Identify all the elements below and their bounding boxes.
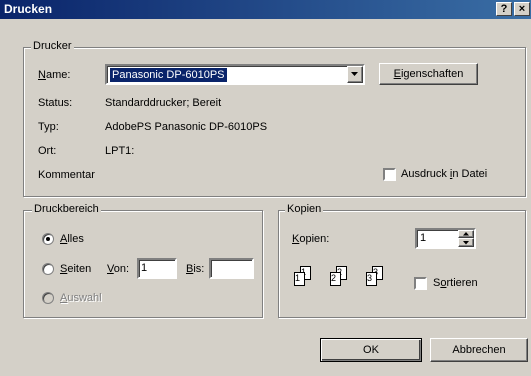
collate-page: 2 bbox=[330, 272, 341, 286]
help-button[interactable]: ? bbox=[496, 2, 512, 16]
comment-label: Kommentar bbox=[38, 169, 95, 181]
location-value: LPT1: bbox=[105, 145, 135, 157]
properties-button[interactable]: Eigenschaften bbox=[379, 63, 478, 85]
location-label: Ort: bbox=[38, 145, 57, 157]
all-radio[interactable] bbox=[42, 233, 54, 245]
to-label: Bis: bbox=[186, 263, 205, 275]
pages-label: Seiten bbox=[60, 263, 92, 275]
collate-label: Sortieren bbox=[433, 277, 478, 289]
spin-down-icon bbox=[463, 241, 469, 245]
print-to-file-label: Ausdruck in Datei bbox=[401, 168, 488, 180]
printer-name-value: Panasonic DP-6010PS bbox=[110, 68, 227, 82]
from-label: Von: bbox=[107, 263, 130, 275]
printer-group-legend: Drucker bbox=[31, 40, 74, 53]
print-range-legend: Druckbereich bbox=[32, 203, 101, 216]
copies-legend: Kopien bbox=[285, 203, 324, 216]
copies-value: 1 bbox=[420, 232, 427, 244]
copies-label: Kopien: bbox=[292, 233, 330, 245]
status-value: Standarddrucker; Bereit bbox=[105, 97, 222, 109]
type-value: AdobePS Panasonic DP-6010PS bbox=[105, 121, 268, 133]
spin-down-button[interactable] bbox=[458, 238, 474, 247]
chevron-down-icon bbox=[351, 72, 358, 76]
print-to-file-checkbox[interactable] bbox=[383, 168, 396, 181]
printer-name-combobox[interactable]: Panasonic DP-6010PS bbox=[105, 64, 365, 85]
close-button[interactable]: × bbox=[514, 2, 530, 16]
all-label: Alles bbox=[60, 233, 84, 245]
window-title: Drucken bbox=[4, 2, 53, 16]
name-label: Name: bbox=[38, 69, 71, 81]
collate-checkbox[interactable] bbox=[414, 277, 427, 290]
cancel-button[interactable]: Abbrechen bbox=[430, 338, 528, 362]
copies-spinner[interactable]: 1 bbox=[415, 228, 476, 249]
combobox-dropdown-button[interactable] bbox=[347, 66, 363, 83]
selection-radio[interactable] bbox=[42, 292, 54, 304]
spin-up-button[interactable] bbox=[458, 230, 474, 238]
ok-button[interactable]: OK bbox=[320, 338, 422, 362]
pages-radio[interactable] bbox=[42, 263, 54, 275]
type-label: Typ: bbox=[38, 121, 59, 133]
collate-page: 1 bbox=[294, 272, 305, 286]
status-label: Status: bbox=[38, 97, 73, 109]
collate-page: 3 bbox=[366, 272, 377, 286]
selection-label: Auswahl bbox=[60, 292, 102, 304]
from-input[interactable]: 1 bbox=[137, 258, 177, 279]
spin-up-icon bbox=[463, 232, 469, 236]
to-input[interactable] bbox=[209, 258, 254, 279]
title-bar bbox=[0, 0, 531, 19]
collate-pages-icon: 1 1 2 2 3 3 bbox=[288, 262, 400, 296]
